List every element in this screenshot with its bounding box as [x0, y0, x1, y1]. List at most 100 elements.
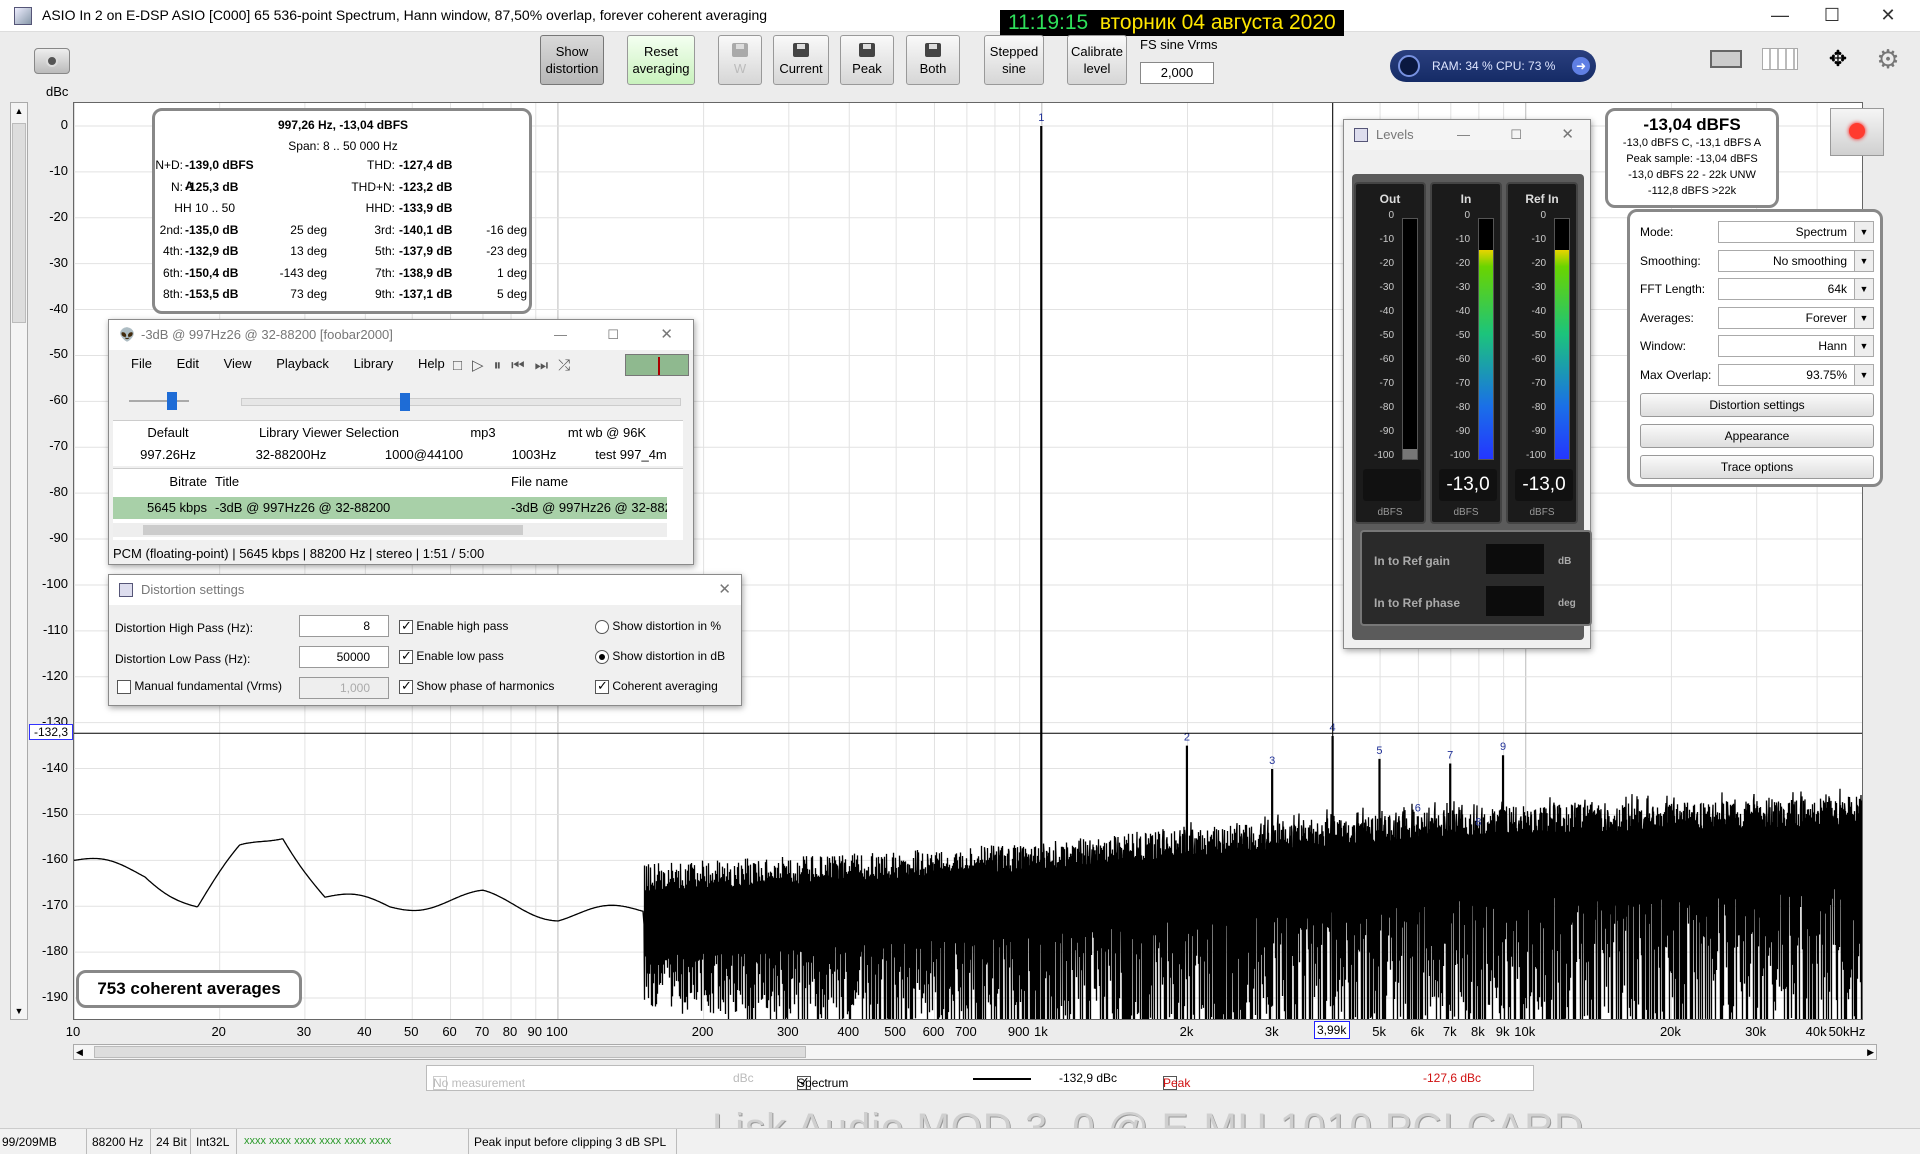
readout-cell: 73 deg [290, 287, 327, 301]
meter-scale-label: -10 [1379, 234, 1394, 245]
enable-high-pass-checkbox[interactable]: Enable high pass [399, 618, 508, 634]
x-tick-label: 10k [1514, 1024, 1536, 1039]
show-db-radio[interactable]: Show distortion in dB [595, 649, 725, 664]
graph-layout-icon[interactable] [1706, 44, 1746, 74]
spectrum-value: -132,9 dBc [1059, 1071, 1118, 1085]
harmonic-label-8: 8 [1475, 817, 1481, 829]
col-bitrate[interactable]: Bitrate [131, 474, 207, 489]
visualization [625, 354, 689, 376]
cursor-level-label[interactable]: -132,3 [29, 724, 73, 741]
menu-help[interactable]: Help [418, 356, 445, 371]
status-bar: 99/209MB 88200 Hz 24 Bit Int32L xxxx xxx… [0, 1128, 1920, 1154]
calibrate-level-button[interactable]: Calibrate level [1067, 35, 1127, 85]
foobar-maximize-button[interactable]: ☐ [607, 320, 619, 350]
scroll-down-icon[interactable]: ▼ [11, 1003, 27, 1019]
w-button[interactable]: W [718, 35, 762, 85]
fs-sine-input[interactable]: 2,000 [1140, 62, 1214, 84]
scroll-left-icon[interactable]: ◀ [76, 1045, 83, 1059]
arrow-right-icon[interactable]: ➜ [1572, 57, 1590, 75]
info-cell: 1000@44100 [384, 447, 464, 462]
alien-icon: 👽 [119, 327, 136, 342]
save-peak-button[interactable]: Peak [840, 35, 894, 85]
meter-scale-label: -20 [1379, 258, 1394, 269]
format-status: Int32L [196, 1135, 230, 1149]
fullscreen-icon[interactable]: ✥ [1818, 44, 1858, 74]
save-current-button[interactable]: Current [773, 35, 829, 85]
manual-input[interactable]: 1,000 [299, 677, 389, 699]
readout-cell: 1 deg [496, 265, 527, 280]
scroll-thumb[interactable] [94, 1046, 806, 1058]
app-window: { "window":{"title":"ASIO In 2 on E-DSP … [0, 0, 1920, 1154]
col-filename[interactable]: File name [511, 474, 568, 489]
x-tick-label: 2k [1179, 1024, 1194, 1039]
cursor-freq-label[interactable]: 3,99k [1313, 1021, 1350, 1039]
volume-slider[interactable] [129, 392, 189, 410]
mode-select[interactable]: Spectrum [1718, 221, 1874, 243]
levels-maximize-button[interactable]: ☐ [1510, 120, 1522, 150]
meter-scale-label: -60 [1455, 354, 1470, 365]
lp-input[interactable]: 50000 [299, 646, 389, 668]
x-tick-label: 20k [1659, 1024, 1681, 1039]
levels-minimize-button[interactable]: — [1457, 120, 1470, 150]
manual-fundamental-checkbox[interactable]: Manual fundamental (Vrms) [117, 679, 282, 694]
camera-icon[interactable] [34, 48, 70, 74]
x-tick-label: 40 [357, 1024, 372, 1039]
trace-options-button[interactable]: Trace options [1640, 455, 1874, 479]
harmonic-label-9: 9 [1500, 741, 1506, 753]
close-button[interactable]: ✕ [1860, 0, 1916, 32]
appearance-button[interactable]: Appearance [1640, 424, 1874, 448]
distortion-settings-dialog: Distortion settings ✕ Distortion High Pa… [108, 574, 742, 706]
foobar-close-button[interactable]: ✕ [660, 320, 673, 350]
title-bar: ASIO In 2 on E-DSP ASIO [C000] 65 536-po… [0, 0, 1920, 32]
readout-cell: -137,9 dB [399, 244, 453, 258]
gear-icon[interactable]: ⚙ [1868, 44, 1908, 74]
enable-low-pass-checkbox[interactable]: Enable low pass [399, 648, 504, 664]
show-distortion-button[interactable]: Show distortion [540, 35, 604, 85]
columns-icon[interactable] [1760, 44, 1800, 74]
y-tick-label: -160 [41, 851, 68, 867]
readout-row: 6th: -150,4 dB -143 deg 7th: -138,9 dB 1 deg [155, 263, 531, 284]
stepped-sine-button[interactable]: Stepped sine [984, 35, 1044, 85]
overlap-select[interactable]: 93.75% [1718, 364, 1874, 386]
ref-phase-display [1486, 586, 1544, 616]
foobar-status: PCM (floating-point) | 5645 kbps | 88200… [113, 546, 485, 561]
coherent-averaging-checkbox[interactable]: Coherent averaging [595, 678, 718, 694]
minimize-button[interactable]: — [1752, 0, 1808, 32]
menu-file[interactable]: File [131, 356, 152, 371]
table-row[interactable]: 5645 kbps -3dB @ 997Hz26 @ 32-88200 -3dB… [113, 497, 667, 519]
seek-thumb[interactable] [399, 393, 410, 411]
reset-averaging-button[interactable]: Reset averaging [627, 35, 695, 85]
java-icon [1354, 128, 1368, 142]
hp-input[interactable]: 8 [299, 615, 389, 637]
averages-select[interactable]: Forever [1718, 307, 1874, 329]
volume-thumb[interactable] [167, 392, 178, 410]
seek-bar[interactable] [241, 393, 681, 411]
x-tick-label: 3k [1264, 1024, 1279, 1039]
meter-scale-label: -40 [1379, 306, 1394, 317]
maximize-button[interactable]: ☐ [1804, 0, 1860, 32]
menu-view[interactable]: View [224, 356, 252, 371]
horizontal-scrollbar[interactable] [113, 523, 667, 537]
foobar-minimize-button[interactable]: — [554, 320, 567, 350]
record-button[interactable] [1830, 108, 1884, 156]
save-both-button[interactable]: Both [906, 35, 960, 85]
distortion-settings-button[interactable]: Distortion settings [1640, 393, 1874, 417]
menu-library[interactable]: Library [354, 356, 394, 371]
smoothing-select[interactable]: No smoothing [1718, 250, 1874, 272]
playlist[interactable]: Bitrate Title File name 5645 kbps -3dB @… [113, 468, 683, 540]
levels-close-button[interactable]: ✕ [1561, 120, 1574, 150]
meter-scale-label: -20 [1455, 258, 1470, 269]
x-tick-label: 90 [527, 1024, 542, 1039]
scroll-right-icon[interactable]: ▶ [1867, 1045, 1874, 1059]
show-percent-radio[interactable]: Show distortion in % [595, 619, 721, 634]
dialog-close-button[interactable]: ✕ [718, 575, 731, 605]
fft-length-select[interactable]: 64k [1718, 278, 1874, 300]
vertical-scrollbar[interactable]: ▲ ▼ [10, 102, 28, 1020]
col-title[interactable]: Title [215, 474, 239, 489]
transport-controls[interactable]: □▷⏸⏮⏭⤮ [453, 356, 580, 374]
horizontal-scrollbar[interactable]: ◀ ▶ [73, 1044, 1877, 1060]
menu-playback[interactable]: Playback [276, 356, 329, 371]
menu-edit[interactable]: Edit [177, 356, 199, 371]
window-select[interactable]: Hann [1718, 335, 1874, 357]
show-phase-checkbox[interactable]: Show phase of harmonics [399, 678, 554, 694]
